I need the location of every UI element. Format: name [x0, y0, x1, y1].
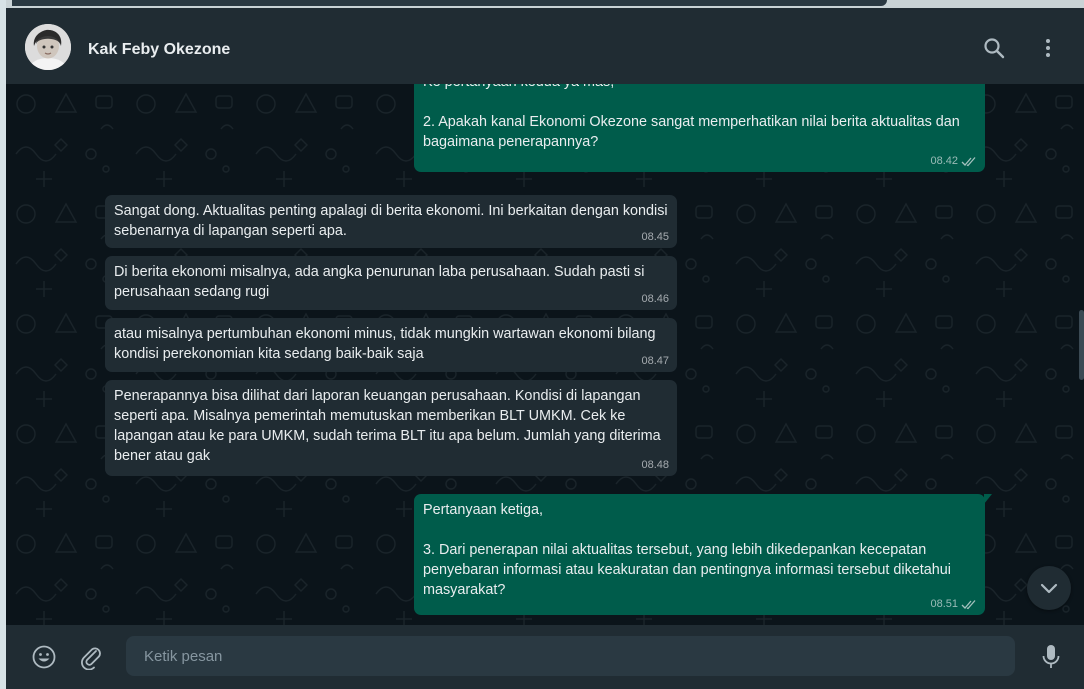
- chat-window: Kak Feby Okezone 2. Apakah kanal Ekonomi…: [6, 8, 1084, 689]
- bubble-tail: [984, 494, 992, 504]
- message-meta: 08.46: [641, 293, 669, 305]
- attach-icon[interactable]: [78, 644, 104, 671]
- message-time: 08.51: [930, 598, 958, 610]
- message-text: Penerapannya bisa dilihat dari laporan k…: [114, 388, 665, 464]
- message-time: 08.47: [641, 355, 669, 367]
- scroll-to-bottom-button[interactable]: [1027, 566, 1071, 610]
- chat-header: Kak Feby Okezone: [6, 8, 1084, 84]
- emoji-icon[interactable]: [31, 644, 57, 670]
- message-meta: 08.42: [930, 155, 977, 167]
- avatar[interactable]: [25, 24, 71, 70]
- message-meta: 08.48: [641, 459, 669, 471]
- menu-dots-icon[interactable]: [1036, 36, 1060, 60]
- message-text: Sangat dong. Aktualitas penting apalagi …: [114, 203, 672, 239]
- message-meta: 08.45: [641, 231, 669, 243]
- double-check-icon: [961, 599, 976, 609]
- message-text: atau misalnya pertumbuhan ekonomi minus,…: [114, 326, 660, 362]
- message-time: 08.42: [930, 155, 958, 167]
- message-text: Ke pertanyaan kedua ya mas, 2. Apakah ka…: [423, 84, 960, 150]
- message-incoming[interactable]: atau misalnya pertumbuhan ekonomi minus,…: [105, 318, 677, 372]
- message-list[interactable]: Ke pertanyaan kedua ya mas, 2. Apakah ka…: [6, 84, 1084, 625]
- message-meta: 08.51: [930, 598, 977, 610]
- message-incoming[interactable]: Penerapannya bisa dilihat dari laporan k…: [105, 380, 677, 476]
- message-outgoing[interactable]: Ke pertanyaan kedua ya mas, 2. Apakah ka…: [414, 84, 985, 172]
- contact-name[interactable]: Kak Feby Okezone: [88, 41, 230, 59]
- double-check-icon: [961, 156, 976, 166]
- message-time: 08.46: [641, 293, 669, 305]
- avatar-image: [25, 24, 71, 70]
- scrollbar-thumb[interactable]: [1079, 310, 1084, 380]
- window-top-strip: [0, 0, 1084, 8]
- composer: [6, 625, 1084, 689]
- message-incoming[interactable]: Di berita ekonomi misalnya, ada angka pe…: [105, 256, 677, 310]
- message-incoming[interactable]: Sangat dong. Aktualitas penting apalagi …: [105, 195, 677, 248]
- message-time: 08.45: [641, 231, 669, 243]
- message-text: Pertanyaan ketiga, 3. Dari penerapan nil…: [423, 502, 951, 598]
- microphone-icon[interactable]: [1038, 643, 1064, 669]
- message-time: 08.48: [641, 459, 669, 471]
- message-text: Di berita ekonomi misalnya, ada angka pe…: [114, 264, 649, 300]
- window-top-bar: [12, 0, 887, 6]
- search-icon[interactable]: [982, 36, 1006, 60]
- message-meta: 08.47: [641, 355, 669, 367]
- message-outgoing[interactable]: Pertanyaan ketiga, 3. Dari penerapan nil…: [414, 494, 992, 615]
- message-input[interactable]: [126, 636, 1015, 676]
- chevron-down-icon: [1040, 583, 1058, 594]
